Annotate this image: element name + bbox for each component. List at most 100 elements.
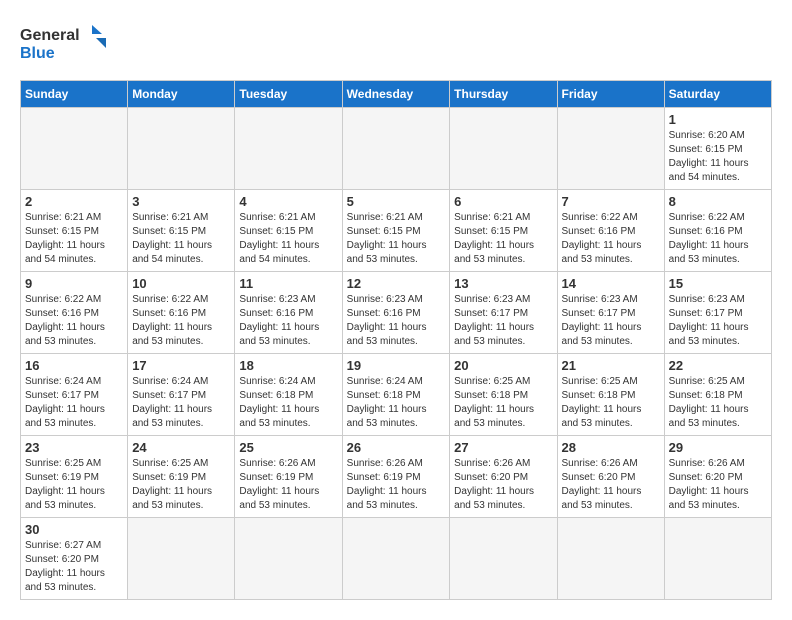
calendar-table: SundayMondayTuesdayWednesdayThursdayFrid…: [20, 80, 772, 600]
day-number: 8: [669, 194, 767, 209]
calendar-cell: 25 Sunrise: 6:26 AMSunset: 6:19 PMDayligh…: [235, 436, 342, 518]
calendar-cell: 10 Sunrise: 6:22 AMSunset: 6:16 PMDayligh…: [128, 272, 235, 354]
calendar-cell: 29Sunrise: 6:26 AMSunset: 6:20 PMDayligh…: [664, 436, 771, 518]
day-number: 29: [669, 440, 767, 455]
calendar-cell: 3 Sunrise: 6:21 AMSunset: 6:15 PMDaylight…: [128, 190, 235, 272]
day-info: Sunrise: 6:21 AMSunset: 6:15 PMDaylight:…: [239, 211, 337, 267]
weekday-header-sunday: Sunday: [21, 81, 128, 108]
calendar-cell: [235, 518, 342, 600]
day-number: 15: [669, 276, 767, 291]
day-number: 20: [454, 358, 552, 373]
calendar-cell: 19Sunrise: 6:24 AMSunset: 6:18 PMDayligh…: [342, 354, 450, 436]
weekday-header-wednesday: Wednesday: [342, 81, 450, 108]
day-info: Sunrise: 6:23 AMSunset: 6:16 PMDaylight:…: [239, 293, 337, 349]
calendar-cell: 22Sunrise: 6:25 AMSunset: 6:18 PMDayligh…: [664, 354, 771, 436]
day-info: Sunrise: 6:25 AMSunset: 6:18 PMDaylight:…: [454, 375, 552, 431]
calendar-week-5: 23 Sunrise: 6:25 AMSunset: 6:19 PMDayligh…: [21, 436, 772, 518]
calendar-cell: 7 Sunrise: 6:22 AMSunset: 6:16 PMDaylight…: [557, 190, 664, 272]
day-info: Sunrise: 6:23 AMSunset: 6:17 PMDaylight:…: [669, 293, 767, 349]
day-number: 25: [239, 440, 337, 455]
day-number: 12: [347, 276, 446, 291]
calendar-week-1: 1Sunrise: 6:20 AMSunset: 6:15 PMDaylight…: [21, 108, 772, 190]
calendar-cell: [450, 518, 557, 600]
calendar-week-3: 9 Sunrise: 6:22 AMSunset: 6:16 PMDaylight…: [21, 272, 772, 354]
day-info: Sunrise: 6:23 AMSunset: 6:17 PMDaylight:…: [562, 293, 660, 349]
calendar-header-row: SundayMondayTuesdayWednesdayThursdayFrid…: [21, 81, 772, 108]
calendar-cell: 4 Sunrise: 6:21 AMSunset: 6:15 PMDaylight…: [235, 190, 342, 272]
day-info: Sunrise: 6:23 AMSunset: 6:16 PMDaylight:…: [347, 293, 446, 349]
calendar-cell: [128, 518, 235, 600]
day-number: 14: [562, 276, 660, 291]
weekday-header-friday: Friday: [557, 81, 664, 108]
calendar-cell: 27Sunrise: 6:26 AMSunset: 6:20 PMDayligh…: [450, 436, 557, 518]
calendar-cell: [235, 108, 342, 190]
day-info: Sunrise: 6:25 AMSunset: 6:18 PMDaylight:…: [669, 375, 767, 431]
day-number: 7: [562, 194, 660, 209]
day-number: 27: [454, 440, 552, 455]
day-info: Sunrise: 6:22 AMSunset: 6:16 PMDaylight:…: [669, 211, 767, 267]
day-info: Sunrise: 6:27 AMSunset: 6:20 PMDaylight:…: [25, 539, 123, 595]
day-number: 9: [25, 276, 123, 291]
day-info: Sunrise: 6:26 AMSunset: 6:20 PMDaylight:…: [562, 457, 660, 513]
calendar-cell: 13 Sunrise: 6:23 AMSunset: 6:17 PMDayligh…: [450, 272, 557, 354]
calendar-cell: 14 Sunrise: 6:23 AMSunset: 6:17 PMDayligh…: [557, 272, 664, 354]
day-number: 18: [239, 358, 337, 373]
calendar-cell: 30Sunrise: 6:27 AMSunset: 6:20 PMDayligh…: [21, 518, 128, 600]
day-info: Sunrise: 6:21 AMSunset: 6:15 PMDaylight:…: [454, 211, 552, 267]
day-number: 3: [132, 194, 230, 209]
day-number: 23: [25, 440, 123, 455]
day-number: 24: [132, 440, 230, 455]
calendar-cell: [342, 518, 450, 600]
calendar-cell: [21, 108, 128, 190]
calendar-cell: 1Sunrise: 6:20 AMSunset: 6:15 PMDaylight…: [664, 108, 771, 190]
day-number: 19: [347, 358, 446, 373]
calendar-cell: 24 Sunrise: 6:25 AMSunset: 6:19 PMDayligh…: [128, 436, 235, 518]
day-info: Sunrise: 6:23 AMSunset: 6:17 PMDaylight:…: [454, 293, 552, 349]
day-info: Sunrise: 6:21 AMSunset: 6:15 PMDaylight:…: [25, 211, 123, 267]
calendar-cell: 2Sunrise: 6:21 AMSunset: 6:15 PMDaylight…: [21, 190, 128, 272]
calendar-cell: 21 Sunrise: 6:25 AMSunset: 6:18 PMDayligh…: [557, 354, 664, 436]
day-info: Sunrise: 6:21 AMSunset: 6:15 PMDaylight:…: [347, 211, 446, 267]
logo-icon: GeneralBlue: [20, 20, 120, 64]
calendar-week-4: 16 Sunrise: 6:24 AMSunset: 6:17 PMDayligh…: [21, 354, 772, 436]
calendar-cell: 12 Sunrise: 6:23 AMSunset: 6:16 PMDayligh…: [342, 272, 450, 354]
day-number: 17: [132, 358, 230, 373]
calendar-week-2: 2Sunrise: 6:21 AMSunset: 6:15 PMDaylight…: [21, 190, 772, 272]
day-info: Sunrise: 6:24 AMSunset: 6:17 PMDaylight:…: [25, 375, 123, 431]
day-info: Sunrise: 6:22 AMSunset: 6:16 PMDaylight:…: [25, 293, 123, 349]
calendar-cell: 26Sunrise: 6:26 AMSunset: 6:19 PMDayligh…: [342, 436, 450, 518]
day-number: 11: [239, 276, 337, 291]
day-number: 28: [562, 440, 660, 455]
day-number: 4: [239, 194, 337, 209]
day-number: 5: [347, 194, 446, 209]
day-info: Sunrise: 6:24 AMSunset: 6:17 PMDaylight:…: [132, 375, 230, 431]
calendar-cell: [664, 518, 771, 600]
weekday-header-saturday: Saturday: [664, 81, 771, 108]
day-info: Sunrise: 6:25 AMSunset: 6:18 PMDaylight:…: [562, 375, 660, 431]
calendar-cell: 28 Sunrise: 6:26 AMSunset: 6:20 PMDayligh…: [557, 436, 664, 518]
calendar-cell: 15 Sunrise: 6:23 AMSunset: 6:17 PMDayligh…: [664, 272, 771, 354]
calendar-cell: 18Sunrise: 6:24 AMSunset: 6:18 PMDayligh…: [235, 354, 342, 436]
weekday-header-thursday: Thursday: [450, 81, 557, 108]
day-info: Sunrise: 6:26 AMSunset: 6:19 PMDaylight:…: [347, 457, 446, 513]
calendar-cell: 20 Sunrise: 6:25 AMSunset: 6:18 PMDayligh…: [450, 354, 557, 436]
calendar-cell: [450, 108, 557, 190]
day-number: 21: [562, 358, 660, 373]
calendar-cell: 16 Sunrise: 6:24 AMSunset: 6:17 PMDayligh…: [21, 354, 128, 436]
svg-text:General: General: [20, 27, 80, 44]
day-info: Sunrise: 6:22 AMSunset: 6:16 PMDaylight:…: [562, 211, 660, 267]
logo: GeneralBlue: [20, 20, 120, 64]
day-info: Sunrise: 6:21 AMSunset: 6:15 PMDaylight:…: [132, 211, 230, 267]
day-info: Sunrise: 6:22 AMSunset: 6:16 PMDaylight:…: [132, 293, 230, 349]
calendar-cell: 8 Sunrise: 6:22 AMSunset: 6:16 PMDaylight…: [664, 190, 771, 272]
day-number: 13: [454, 276, 552, 291]
calendar-cell: 17 Sunrise: 6:24 AMSunset: 6:17 PMDayligh…: [128, 354, 235, 436]
day-number: 1: [669, 112, 767, 127]
calendar-cell: 23Sunrise: 6:25 AMSunset: 6:19 PMDayligh…: [21, 436, 128, 518]
day-info: Sunrise: 6:26 AMSunset: 6:19 PMDaylight:…: [239, 457, 337, 513]
day-info: Sunrise: 6:25 AMSunset: 6:19 PMDaylight:…: [132, 457, 230, 513]
day-number: 16: [25, 358, 123, 373]
calendar-cell: 6Sunrise: 6:21 AMSunset: 6:15 PMDaylight…: [450, 190, 557, 272]
calendar-cell: [557, 108, 664, 190]
day-number: 10: [132, 276, 230, 291]
